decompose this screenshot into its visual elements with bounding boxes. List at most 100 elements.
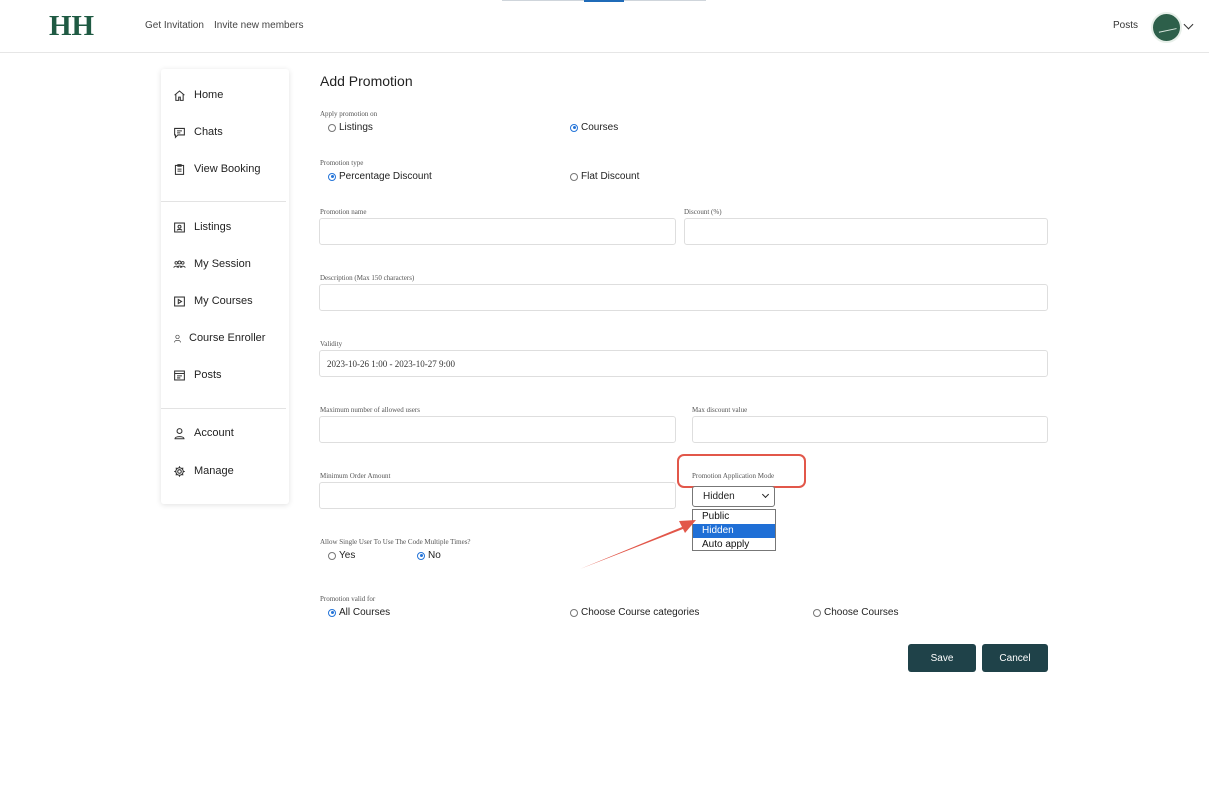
application-mode-select[interactable]: Hidden bbox=[692, 486, 775, 507]
sidebar-item-chats[interactable]: Chats bbox=[173, 122, 223, 142]
description-label: Description (Max 150 characters) bbox=[320, 274, 415, 282]
sidebar-item-my-session[interactable]: My Session bbox=[173, 254, 251, 274]
avatar[interactable] bbox=[1151, 12, 1182, 43]
promotion-name-label: Promotion name bbox=[320, 208, 367, 216]
sidebar-item-account[interactable]: Account bbox=[173, 423, 234, 443]
radio-label: No bbox=[428, 550, 441, 561]
user-icon bbox=[174, 427, 185, 439]
get-invitation-link[interactable]: Get Invitation bbox=[145, 20, 204, 31]
sidebar-item-label: Home bbox=[194, 89, 224, 101]
person-icon bbox=[174, 334, 181, 343]
select-value: Hidden bbox=[703, 491, 735, 502]
logo[interactable]: HH bbox=[49, 10, 94, 43]
radio-flat-discount[interactable]: Flat Discount bbox=[570, 171, 639, 182]
top-stripe bbox=[624, 0, 706, 1]
radio-label: Percentage Discount bbox=[339, 171, 432, 182]
clipboard-icon bbox=[174, 163, 185, 175]
sidebar-item-home[interactable]: Home bbox=[173, 85, 223, 105]
save-button[interactable]: Save bbox=[908, 644, 976, 672]
sidebar-item-label: Listings bbox=[194, 221, 232, 233]
max-discount-input[interactable] bbox=[692, 416, 1048, 443]
radio-dot bbox=[570, 172, 578, 181]
sidebar-item-posts[interactable]: Posts bbox=[173, 365, 222, 385]
posts-icon bbox=[174, 370, 185, 380]
min-order-label: Minimum Order Amount bbox=[320, 472, 391, 480]
radio-label: Yes bbox=[339, 550, 356, 561]
sidebar: Home Chats View Booking Listings My Sess… bbox=[161, 69, 289, 504]
radio-dot bbox=[813, 608, 821, 617]
radio-dot bbox=[570, 123, 578, 132]
sidebar-item-label: View Booking bbox=[194, 163, 261, 175]
sidebar-divider bbox=[161, 408, 286, 409]
group-icon bbox=[173, 260, 186, 268]
sidebar-item-manage[interactable]: Manage bbox=[173, 461, 234, 481]
radio-choose-courses[interactable]: Choose Courses bbox=[813, 607, 898, 618]
radio-label: Choose Course categories bbox=[581, 607, 700, 618]
validity-input[interactable]: 2023-10-26 1:00 - 2023-10-27 9:00 bbox=[319, 350, 1048, 377]
annotation-highlight bbox=[677, 454, 806, 488]
radio-all-courses[interactable]: All Courses bbox=[328, 607, 390, 618]
radio-courses[interactable]: Courses bbox=[570, 122, 618, 133]
radio-label: Listings bbox=[339, 122, 373, 133]
chevron-down-icon bbox=[761, 490, 770, 499]
sidebar-item-listings[interactable]: Listings bbox=[173, 217, 231, 237]
chat-icon bbox=[174, 127, 185, 139]
application-mode-dropdown: Public Hidden Auto apply bbox=[692, 509, 776, 551]
radio-dot bbox=[328, 172, 336, 181]
sidebar-item-label: My Courses bbox=[194, 295, 253, 307]
description-input[interactable] bbox=[319, 284, 1048, 311]
chevron-down-icon[interactable] bbox=[1183, 19, 1194, 30]
apply-on-label: Apply promotion on bbox=[320, 110, 378, 118]
cancel-button[interactable]: Cancel bbox=[982, 644, 1048, 672]
promotion-type-label: Promotion type bbox=[320, 159, 364, 167]
valid-for-label: Promotion valid for bbox=[320, 595, 376, 603]
option-auto-apply[interactable]: Auto apply bbox=[693, 538, 775, 552]
gear-icon bbox=[174, 465, 185, 477]
promotion-name-input[interactable] bbox=[319, 218, 676, 245]
radio-no[interactable]: No bbox=[417, 550, 441, 561]
radio-dot bbox=[328, 551, 336, 560]
discount-input[interactable] bbox=[684, 218, 1048, 245]
radio-label: Courses bbox=[581, 122, 619, 133]
radio-yes[interactable]: Yes bbox=[328, 550, 355, 561]
sidebar-item-course-enroller[interactable]: Course Enroller bbox=[173, 328, 265, 348]
sidebar-item-label: Posts bbox=[194, 369, 222, 381]
play-icon bbox=[174, 296, 185, 306]
option-public[interactable]: Public bbox=[693, 510, 775, 524]
top-navbar: HH Get Invitation Invite new members Pos… bbox=[0, 0, 1209, 53]
page-title: Add Promotion bbox=[320, 73, 413, 89]
top-stripe bbox=[502, 0, 584, 1]
radio-dot bbox=[328, 608, 336, 617]
radio-label: Choose Courses bbox=[824, 607, 899, 618]
radio-label: Flat Discount bbox=[581, 171, 640, 182]
max-discount-label: Max discount value bbox=[692, 406, 748, 414]
radio-dot bbox=[328, 123, 336, 132]
home-icon bbox=[174, 89, 185, 101]
annotation-arrow bbox=[580, 520, 696, 569]
sidebar-item-my-courses[interactable]: My Courses bbox=[173, 291, 253, 311]
max-users-input[interactable] bbox=[319, 416, 676, 443]
discount-label: Discount (%) bbox=[684, 208, 722, 216]
radio-percentage-discount[interactable]: Percentage Discount bbox=[328, 171, 432, 182]
sidebar-item-label: Account bbox=[194, 427, 234, 439]
radio-course-categories[interactable]: Choose Course categories bbox=[570, 607, 699, 618]
option-hidden[interactable]: Hidden bbox=[693, 524, 775, 538]
sidebar-item-label: Chats bbox=[194, 126, 223, 138]
radio-dot bbox=[570, 608, 578, 617]
radio-label: All Courses bbox=[339, 607, 391, 618]
sidebar-item-label: My Session bbox=[194, 258, 251, 270]
multiple-use-label: Allow Single User To Use The Code Multip… bbox=[320, 538, 471, 546]
invite-members-link[interactable]: Invite new members bbox=[214, 20, 303, 31]
radio-listings[interactable]: Listings bbox=[328, 122, 373, 133]
sidebar-divider bbox=[161, 201, 286, 202]
min-order-input[interactable] bbox=[319, 482, 676, 509]
id-card-icon bbox=[174, 222, 185, 232]
radio-dot bbox=[417, 551, 425, 560]
validity-label: Validity bbox=[320, 340, 343, 348]
posts-link[interactable]: Posts bbox=[1113, 20, 1138, 31]
top-stripe-active bbox=[584, 0, 624, 2]
sidebar-item-view-booking[interactable]: View Booking bbox=[173, 159, 260, 179]
max-users-label: Maximum number of allowed users bbox=[320, 406, 420, 414]
sidebar-item-label: Course Enroller bbox=[189, 332, 266, 344]
sidebar-item-label: Manage bbox=[194, 465, 234, 477]
